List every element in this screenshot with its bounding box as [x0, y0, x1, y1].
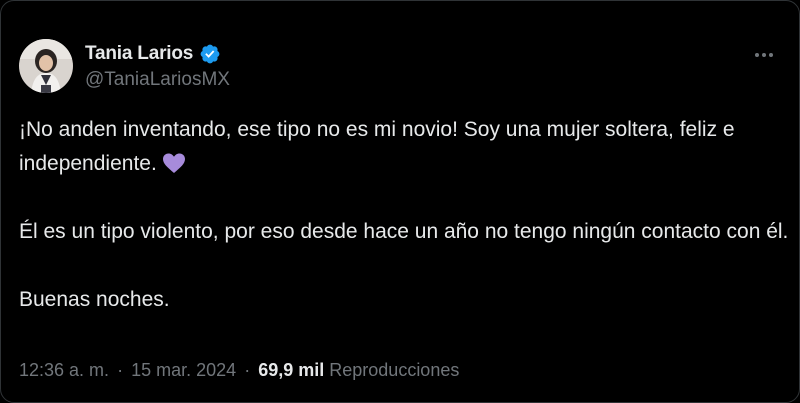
tweet-card: Tania Larios @TaniaLariosMX ¡No anden in… — [0, 0, 800, 403]
more-options-icon[interactable] — [751, 45, 777, 65]
name-row: Tania Larios — [85, 41, 230, 67]
tweet-text: ¡No anden inventando, ese tipo no es mi … — [19, 113, 789, 351]
tweet-date[interactable]: 15 mar. 2024 — [131, 360, 236, 380]
tweet-meta: 12:36 a. m. · 15 mar. 2024 · 69,9 mil Re… — [19, 360, 459, 381]
tweet-paragraph-3: Buenas noches. — [19, 288, 170, 311]
tweet-paragraph-1: ¡No anden inventando, ese tipo no es mi … — [19, 113, 789, 181]
tweet-paragraph-1-text: ¡No anden inventando, ese tipo no es mi … — [19, 118, 735, 175]
tweet-time[interactable]: 12:36 a. m. — [19, 360, 109, 380]
verified-badge-icon — [199, 43, 221, 65]
user-handle[interactable]: @TaniaLariosMX — [85, 69, 230, 91]
meta-separator: · — [117, 360, 124, 380]
tweet-paragraph-2: Él es un tipo violento, por eso desde ha… — [19, 220, 789, 243]
purple-heart-icon — [161, 151, 187, 175]
views-label: Reproducciones — [329, 360, 460, 380]
user-names: Tania Larios @TaniaLariosMX — [85, 41, 230, 91]
display-name[interactable]: Tania Larios — [85, 43, 193, 65]
views-count[interactable]: 69,9 mil — [258, 360, 324, 380]
avatar[interactable] — [19, 39, 73, 93]
meta-separator: · — [244, 360, 251, 380]
tweet-header: Tania Larios @TaniaLariosMX — [19, 39, 230, 93]
